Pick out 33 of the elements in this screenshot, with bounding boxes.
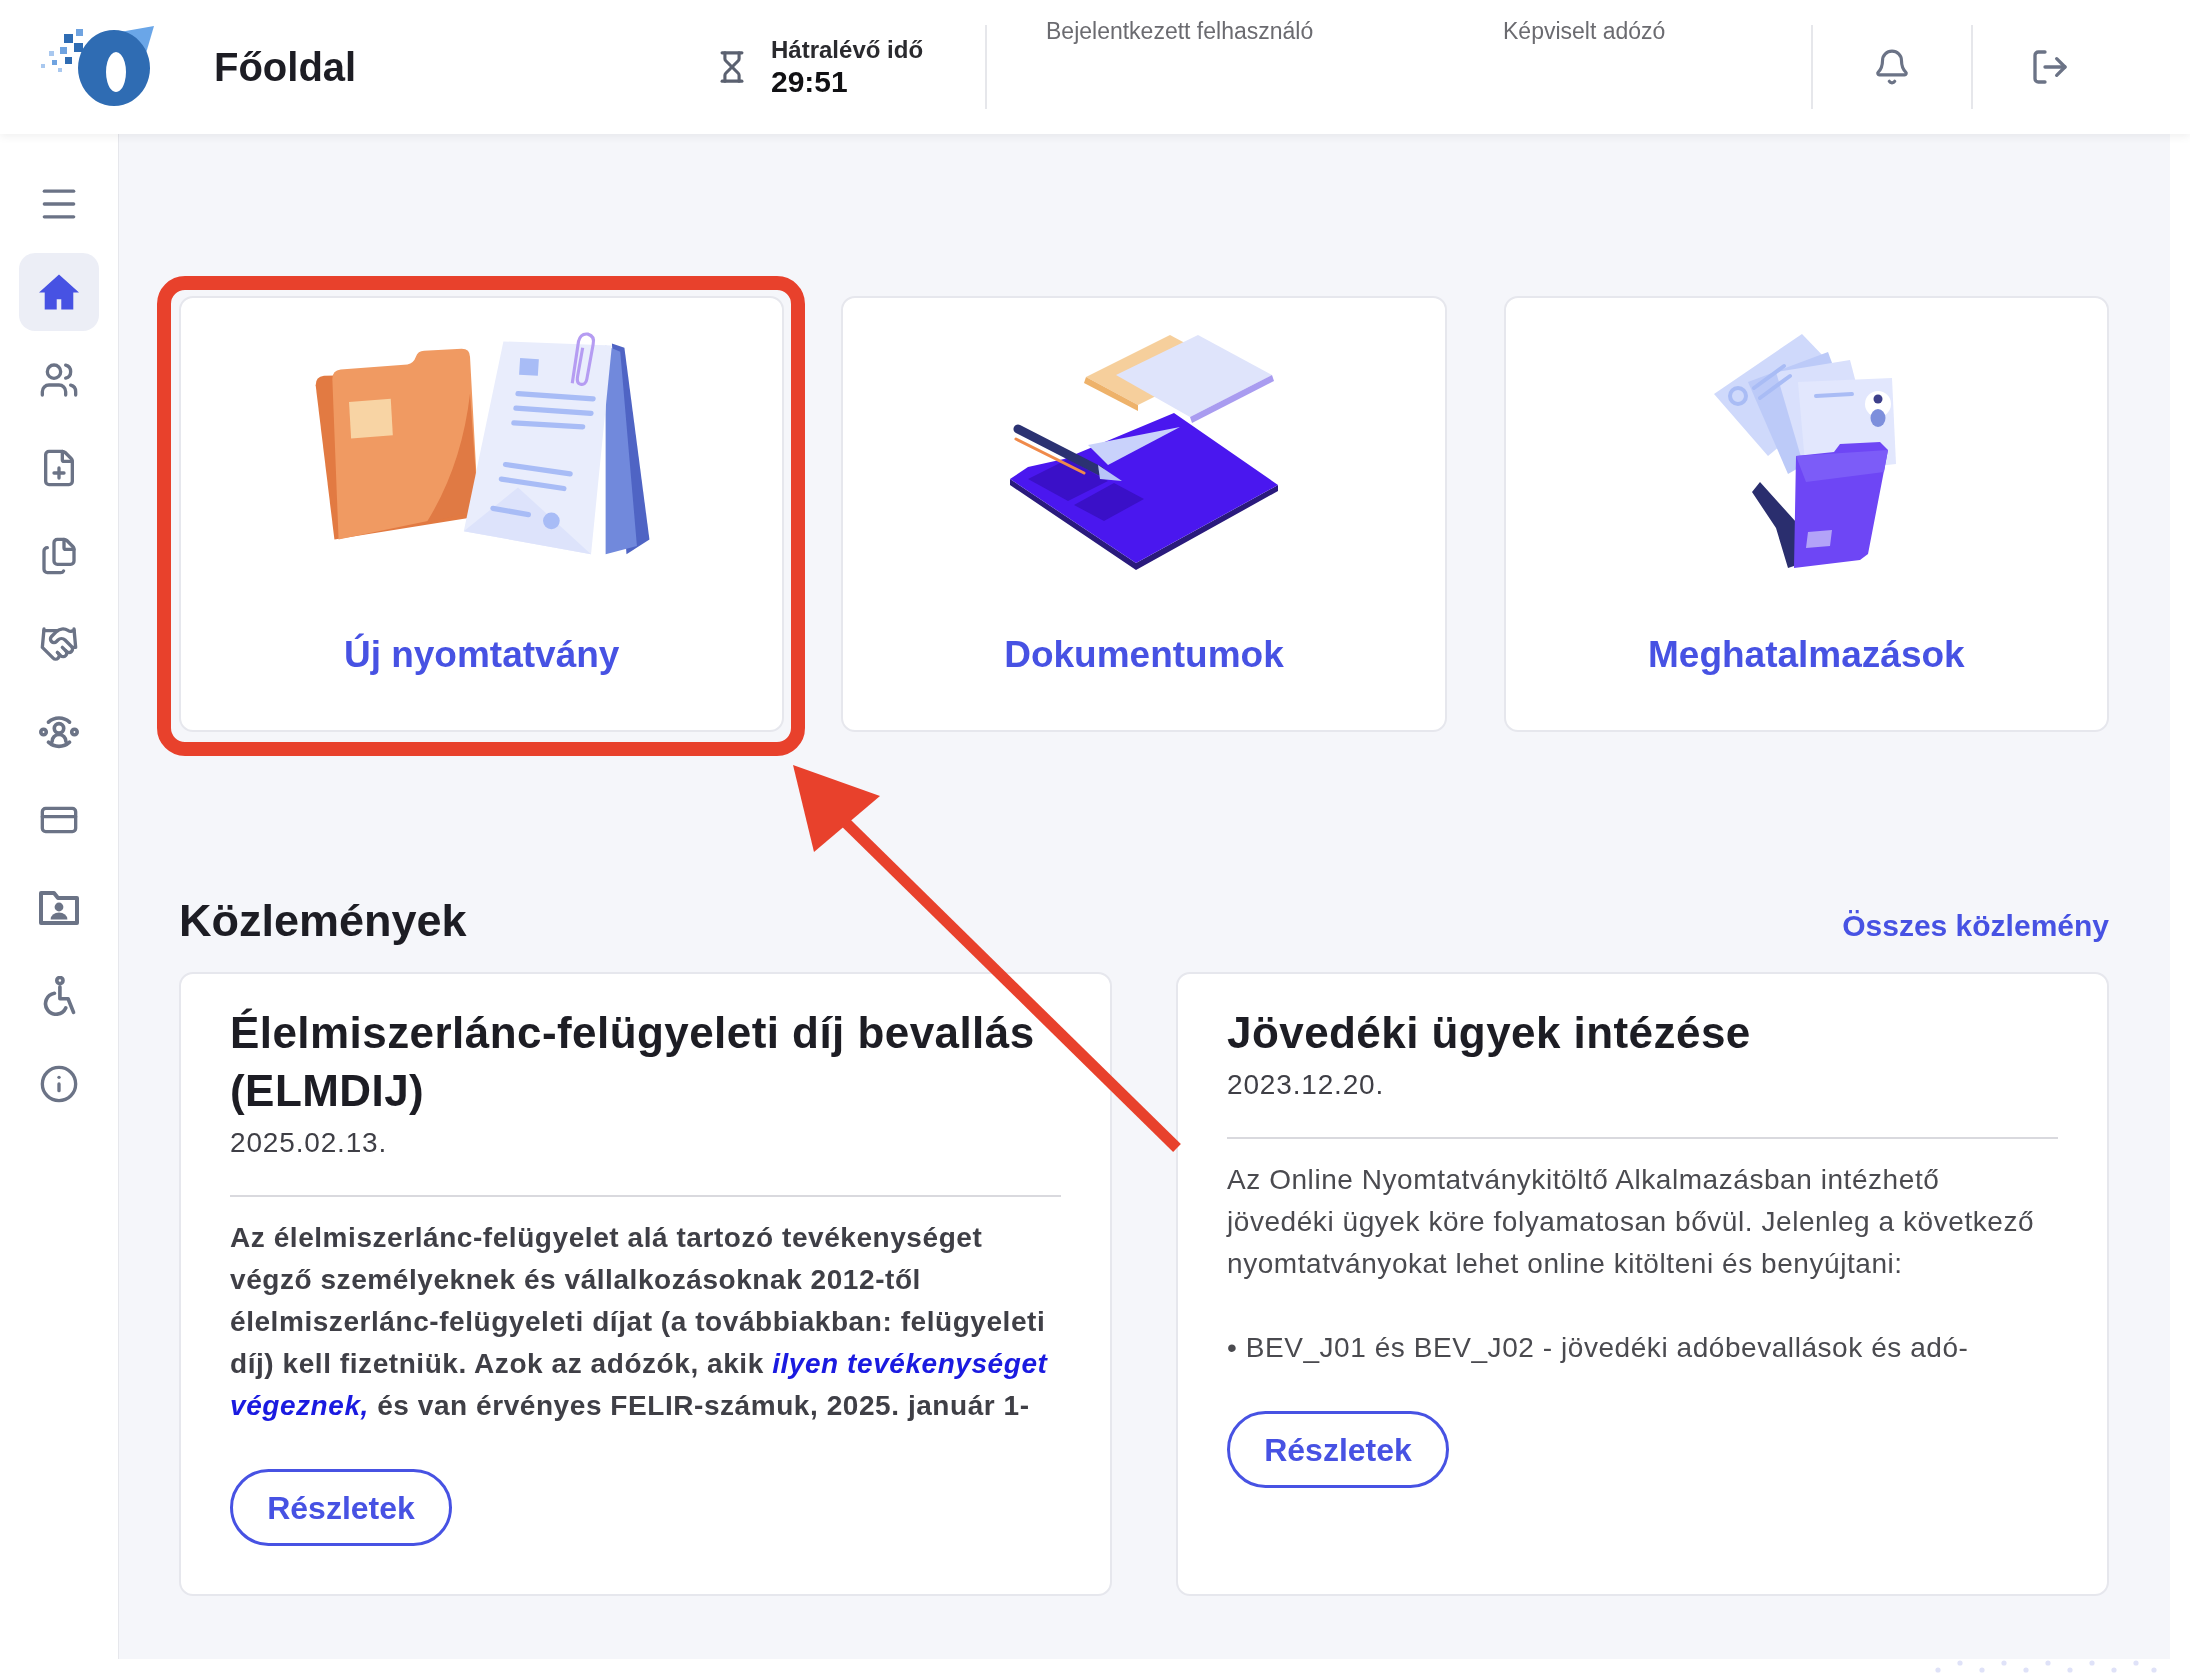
home-icon — [39, 272, 79, 312]
handshake-icon — [39, 624, 79, 664]
shortcut-card[interactable]: Dokumentumok — [841, 296, 1447, 732]
bell-icon — [1873, 47, 1911, 87]
inline-link[interactable]: ilyen tevékenységet — [772, 1348, 1048, 1379]
sidebar-button[interactable] — [19, 253, 99, 331]
shortcut-card[interactable]: Új nyomtatvány — [179, 296, 785, 732]
people-icon — [39, 360, 79, 400]
announcement-date: 2025.02.13. — [230, 1126, 389, 1160]
logout-icon — [2030, 47, 2070, 87]
timer-label: Hátralévő idő — [771, 35, 924, 65]
announcement-title: Élelmiszerlánc-felügyeleti díj bevallás (ELMDIJ) — [230, 1007, 1036, 1117]
page-title: Főoldal — [214, 44, 357, 91]
announcement-text: • BEV_J01 és BEV_J02 - jövedéki adóbevallások és adó- — [1227, 1331, 1970, 1365]
section-heading: Közlemények — [179, 896, 467, 946]
details-button[interactable]: Részletek — [1227, 1411, 1449, 1488]
logged-in-user-label: Bejelentkezett felhasználó — [1046, 18, 1314, 44]
shortcut-card-title: Új nyomtatvány — [343, 632, 620, 677]
announcement-text: Az élelmiszerlánc-felügyelet alá tartozó tevékenységet végző személyeknek és vállalkozásoknak 2012-től élelmiszerlánc-felügyeleti díjat (a továbbiakban: felügyeleti díj) kell fizetniük. Azok az adózók, akik ilyen tevékenységet végeznek, és van érvényes FELIR-számuk, 2025. január 1- — [230, 1221, 1049, 1423]
all-announcements-link[interactable]: Összes közlemény — [1842, 906, 2109, 946]
documents-icon — [39, 536, 79, 576]
announcement-text: Az Online Nyomtatványkitöltő Alkalmazásban intézhető jövedéki ügyek köre folyamatosan bővül. Jelenleg a következő nyomtatványokat lehet online kitölteni és benyújtani: — [1227, 1163, 2036, 1281]
taxpayer-label: Képviselt adózó — [1503, 18, 1666, 44]
shortcut-card-title: Meghatalmazások — [1648, 633, 1965, 677]
details-button[interactable]: Részletek — [230, 1469, 452, 1546]
folder-person-icon — [39, 888, 79, 928]
shortcut-card[interactable]: Meghatalmazások — [1503, 296, 2109, 732]
inline-link[interactable]: végeznek, — [230, 1390, 369, 1421]
info-icon — [39, 1064, 79, 1104]
announcement-title: Jövedéki ügyek intézése — [1227, 1007, 1752, 1059]
announcement-date: 2023.12.20. — [1227, 1068, 1386, 1102]
shortcut-card-title: Dokumentumok — [1004, 633, 1284, 677]
timer-value: 29:51 — [771, 65, 849, 99]
